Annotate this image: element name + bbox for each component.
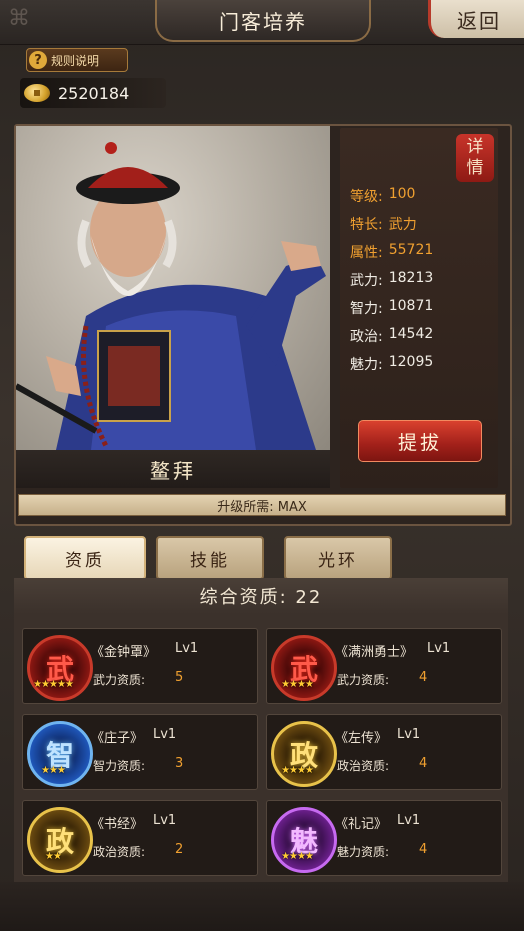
star-rating: ★★★★ bbox=[281, 851, 314, 862]
politics-medal-icon: 政 bbox=[271, 721, 337, 787]
star-rating: ★★ bbox=[45, 851, 62, 862]
star-rating: ★★★ bbox=[41, 765, 66, 776]
stat-politics: 政治: 14542 bbox=[350, 326, 434, 345]
skill-level: Lv1 bbox=[427, 641, 451, 656]
skill-qualification-value: 3 bbox=[175, 756, 184, 771]
skill-name: 《礼记》 bbox=[335, 817, 388, 832]
skill-qualification-label: 政治资质: bbox=[93, 845, 146, 859]
hero-portrait bbox=[16, 126, 330, 450]
skill-name: 《满洲勇士》 bbox=[335, 645, 414, 660]
stat-attribute: 属性: 55721 bbox=[350, 242, 434, 261]
skill-level: Lv1 bbox=[153, 813, 177, 828]
tab-aura[interactable]: 光环 bbox=[284, 536, 392, 580]
back-button[interactable]: 返回 bbox=[428, 0, 524, 38]
skill-level: Lv1 bbox=[397, 813, 421, 828]
intellect-medal-icon: 智 bbox=[27, 721, 93, 787]
skill-qualification-label: 武力资质: bbox=[93, 673, 146, 687]
skill-level: Lv1 bbox=[175, 641, 199, 656]
skill-card[interactable]: 魅 ★★★★ 《礼记》 Lv1 魅力资质: 4 bbox=[266, 800, 502, 876]
skill-card[interactable]: 智 ★★★ 《庄子》 Lv1 智力资质: 3 bbox=[22, 714, 258, 790]
skill-card[interactable]: 政 ★★★★ 《左传》 Lv1 政治资质: 4 bbox=[266, 714, 502, 790]
skill-card[interactable]: 武 ★★★★ 《满洲勇士》 Lv1 武力资质: 4 bbox=[266, 628, 502, 704]
ornament-icon: ⌘ bbox=[8, 6, 30, 31]
politics-medal-icon: 政 bbox=[27, 807, 93, 873]
skill-level: Lv1 bbox=[397, 727, 421, 742]
skill-card[interactable]: 武 ★★★★★ 《金钟罩》 Lv1 武力资质: 5 bbox=[22, 628, 258, 704]
total-qualification: 综合资质: 22 bbox=[14, 578, 508, 614]
stat-intellect: 智力: 10871 bbox=[350, 298, 434, 317]
force-medal-icon: 武 bbox=[271, 635, 337, 701]
skill-qualification-value: 4 bbox=[419, 670, 428, 685]
skill-name: 《金钟罩》 bbox=[91, 645, 157, 660]
coin-icon bbox=[24, 84, 50, 102]
skill-qualification-label: 魅力资质: bbox=[337, 845, 390, 859]
skill-qualification-label: 武力资质: bbox=[337, 673, 390, 687]
star-rating: ★★★★ bbox=[281, 679, 314, 690]
star-rating: ★★★★ bbox=[281, 765, 314, 776]
upgrade-requirement: 升级所需: MAX bbox=[18, 494, 506, 516]
rules-label: 规则说明 bbox=[51, 53, 100, 68]
hero-figure-image bbox=[16, 142, 326, 450]
page-title: 门客培养 bbox=[155, 0, 371, 42]
question-icon: ? bbox=[29, 51, 47, 69]
skill-qualification-value: 2 bbox=[175, 842, 184, 857]
charm-medal-icon: 魅 bbox=[271, 807, 337, 873]
detail-label-bottom: 情 bbox=[466, 158, 484, 178]
skill-name: 《左传》 bbox=[335, 731, 388, 746]
tab-skills[interactable]: 技能 bbox=[156, 536, 264, 580]
star-rating: ★★★★★ bbox=[33, 679, 74, 690]
hero-name: 鳌拜 bbox=[16, 450, 330, 488]
skill-qualification-value: 5 bbox=[175, 670, 184, 685]
skill-qualification-label: 政治资质: bbox=[337, 759, 390, 773]
rules-button[interactable]: ? 规则说明 bbox=[26, 48, 128, 72]
skill-name: 《书经》 bbox=[91, 817, 144, 832]
force-medal-icon: 武 bbox=[27, 635, 93, 701]
skill-name: 《庄子》 bbox=[91, 731, 144, 746]
promote-button[interactable]: 提拔 bbox=[358, 420, 482, 462]
stat-level: 等级: 100 bbox=[350, 186, 416, 205]
detail-button[interactable]: 详 情 bbox=[456, 134, 494, 182]
skill-qualification-value: 4 bbox=[419, 756, 428, 771]
stat-specialty: 特长: 武力 bbox=[350, 217, 417, 233]
bottom-strip bbox=[0, 882, 524, 931]
detail-label-top: 详 bbox=[466, 137, 484, 157]
stat-charm: 魅力: 12095 bbox=[350, 354, 434, 373]
skill-qualification-value: 4 bbox=[419, 842, 428, 857]
tab-qualification[interactable]: 资质 bbox=[24, 536, 146, 580]
skill-card[interactable]: 政 ★★ 《书经》 Lv1 政治资质: 2 bbox=[22, 800, 258, 876]
coin-amount: 2520184 bbox=[58, 83, 130, 103]
skill-level: Lv1 bbox=[153, 727, 177, 742]
skill-qualification-label: 智力资质: bbox=[93, 759, 146, 773]
coin-balance: 2520184 bbox=[20, 78, 166, 108]
stat-force: 武力: 18213 bbox=[350, 270, 434, 289]
